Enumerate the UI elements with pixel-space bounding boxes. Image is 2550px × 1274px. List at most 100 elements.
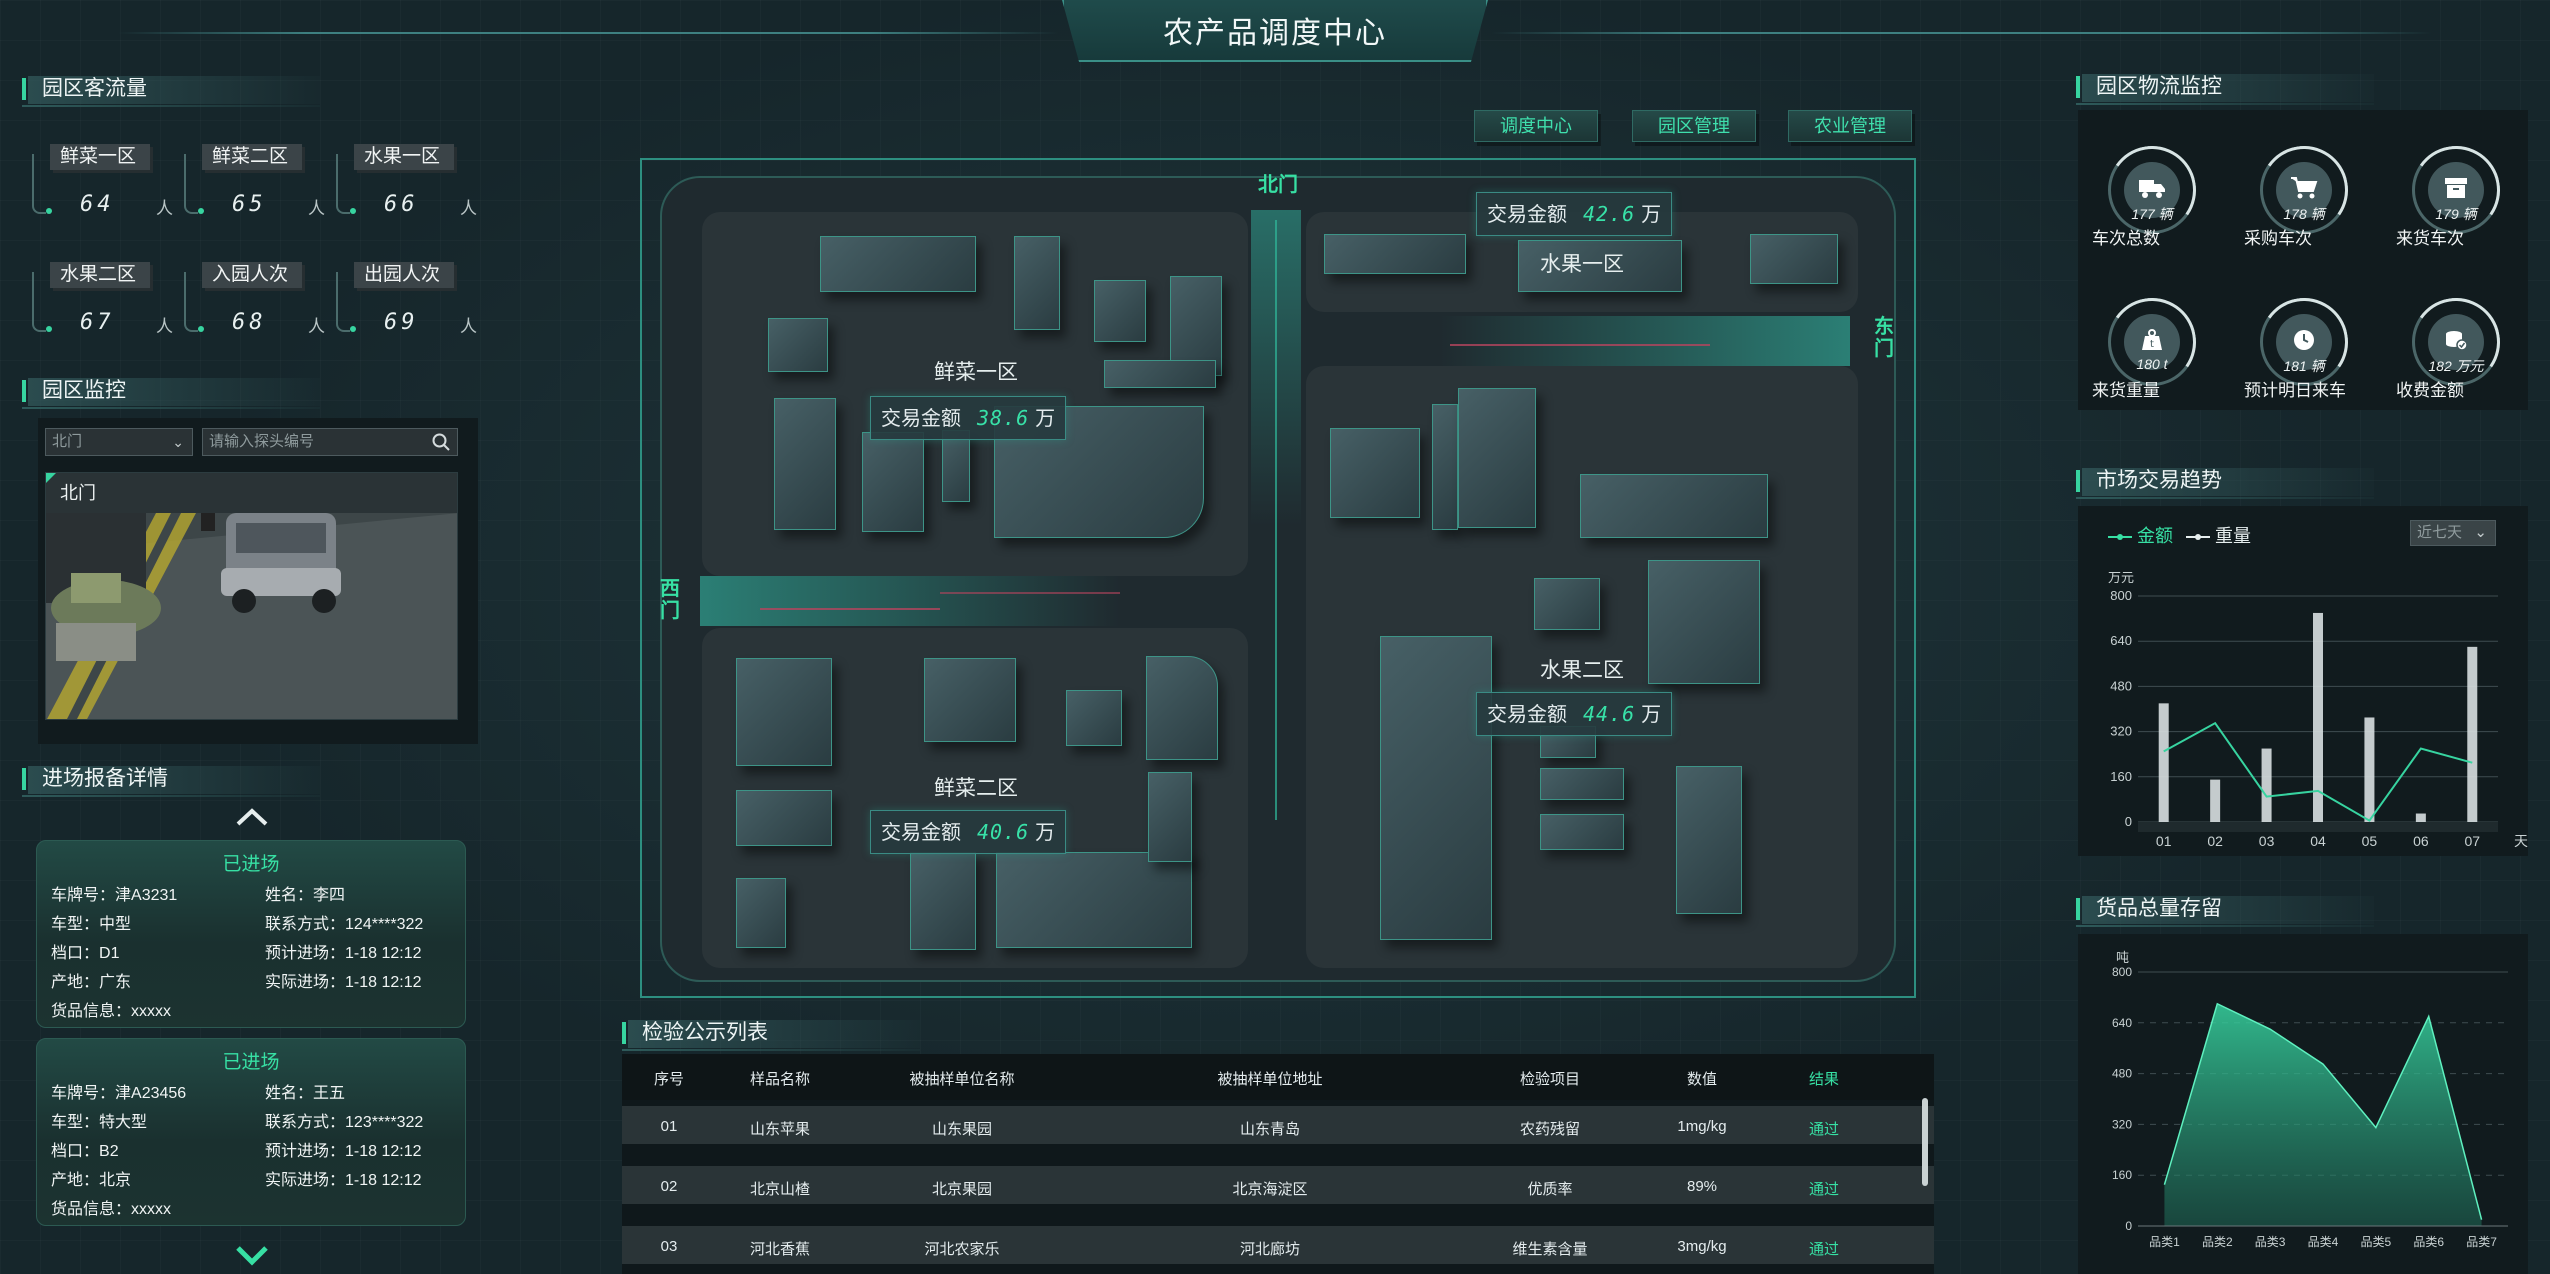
gauge-value: 179 辆 [2435, 206, 2477, 222]
plate-row: 车牌号：津A3231 [51, 887, 178, 904]
cell: 3mg/kg [1677, 1238, 1727, 1255]
gate-select[interactable]: 北门 ⌄ [45, 428, 193, 456]
bar [2158, 703, 2169, 822]
building [774, 398, 836, 530]
cell: 北京山楂 [749, 1181, 810, 1198]
col-header: 检验项目 [1519, 1071, 1580, 1088]
camera-search-input[interactable]: 请输入探头编号 [202, 428, 458, 456]
nav-agri-management[interactable]: 农业管理 [1788, 110, 1912, 142]
cell: 1mg/kg [1677, 1118, 1727, 1135]
west-road-line-2 [940, 592, 1120, 594]
building [1580, 474, 1768, 538]
building [942, 430, 970, 502]
building [862, 432, 924, 532]
cell: 维生素含量 [1512, 1241, 1588, 1258]
nav-dispatch-center[interactable]: 调度中心 [1474, 110, 1598, 142]
report-status: 已进场 [222, 1052, 280, 1073]
x-tick-label: 品类2 [2202, 1235, 2233, 1249]
cell: 河北农家乐 [924, 1241, 1000, 1258]
stat-unit: 人 [308, 317, 325, 336]
camera-label: 北门 [46, 473, 457, 513]
report-card[interactable]: 已进场 车牌号：津A3231 姓名：李四 车型：中型 联系方式：124****3… [36, 840, 466, 1028]
range-select[interactable]: 近七天 ⌄ [2410, 520, 2496, 546]
y-tick-label: 800 [2110, 588, 2132, 603]
cell: 02 [660, 1178, 678, 1195]
col-header: 被抽样单位地址 [1217, 1071, 1323, 1088]
table-scrollbar[interactable] [1922, 1098, 1928, 1186]
stat-value: 69 [384, 310, 419, 335]
visitor-stat-fruit1: 水果一区 66 人 [336, 144, 481, 224]
col-header: 被抽样单位名称 [909, 1071, 1015, 1088]
stat-bracket [336, 272, 350, 332]
svg-text:t: t [2150, 339, 2154, 350]
stat-bracket [32, 154, 46, 214]
visitor-stat-exits: 出园人次 69 人 [336, 262, 481, 342]
area-name-veg2: 鲜菜二区 [934, 777, 1018, 800]
cell: 山东果园 [931, 1121, 992, 1138]
y-tick-label: 0 [2125, 814, 2132, 829]
stat-dot [46, 326, 52, 332]
gauge-value: 178 辆 [2283, 206, 2325, 222]
report-status: 已进场 [222, 854, 280, 875]
actual-row: 实际进场：1-18 12:12 [265, 974, 422, 991]
building [1066, 690, 1122, 746]
building [820, 236, 976, 292]
gauge-label: 来货车次 [2396, 229, 2464, 248]
x-tick-label: 07 [2464, 833, 2480, 849]
stat-label: 水果一区 [354, 144, 455, 170]
east-road-line [1450, 344, 1710, 346]
bar [2467, 646, 2478, 822]
y-tick-label: 0 [2125, 1219, 2132, 1233]
legend-amount-icon [2108, 534, 2132, 541]
inspection-table: 序号 样品名称 被抽样单位名称 被抽样单位地址 检验项目 数值 结果 01 山东… [622, 1054, 1934, 1274]
scroll-down-icon[interactable] [235, 1244, 269, 1266]
clock-icon [2294, 330, 2314, 350]
visitor-stat-veg2: 鲜菜二区 65 人 [184, 144, 329, 224]
gauge-value: 177 辆 [2131, 206, 2173, 222]
cell: 01 [660, 1118, 678, 1135]
x-tick-label: 04 [2310, 833, 2326, 849]
x-tick-label: 品类7 [2466, 1235, 2497, 1249]
y-tick-label: 480 [2110, 678, 2132, 693]
camera-image [46, 513, 457, 719]
y-tick-label: 640 [2110, 633, 2132, 648]
x-tick-label: 01 [2156, 833, 2172, 849]
y-tick-label: 800 [2112, 965, 2132, 979]
nav-park-management[interactable]: 园区管理 [1632, 110, 1756, 142]
search-icon[interactable] [431, 432, 451, 452]
stat-dot [350, 326, 356, 332]
cell: 03 [660, 1238, 678, 1255]
building [1146, 656, 1218, 760]
cell: 北京果园 [931, 1181, 992, 1198]
trade-amount-fruit2: 交易金额 44.6 万 [1476, 692, 1673, 736]
stat-value: 64 [80, 192, 115, 217]
logistics-total-trips: 177 辆 车次总数 [2092, 139, 2203, 248]
gauge-value: 182 万元 [2428, 358, 2484, 374]
building [1014, 236, 1060, 330]
logistics-purchase-trips: 178 辆 采购车次 [2244, 139, 2355, 248]
stat-value: 65 [232, 192, 267, 217]
camera-feed[interactable]: 北门 [45, 472, 458, 720]
x-tick-label: 06 [2413, 833, 2429, 849]
building [1676, 766, 1742, 914]
x-tick-label: 02 [2207, 833, 2223, 849]
gate-north: 北门 [1258, 174, 1298, 196]
west-road [700, 576, 1120, 626]
actual-row: 实际进场：1-18 12:12 [265, 1172, 422, 1189]
building [1750, 234, 1838, 284]
stat-value: 66 [384, 192, 419, 217]
x-tick-label: 品类6 [2413, 1235, 2444, 1249]
report-card[interactable]: 已进场 车牌号：津A23456 姓名：王五 车型：特大型 联系方式：123***… [36, 1038, 466, 1226]
x-tick-label: 品类5 [2361, 1235, 2392, 1249]
y-tick-label: 480 [2112, 1067, 2132, 1081]
scroll-up-icon[interactable] [235, 808, 269, 826]
monitor-title: 园区监控 [22, 376, 320, 409]
type-row: 车型：特大型 [51, 1114, 148, 1131]
visitor-stat-fruit2: 水果二区 67 人 [32, 262, 177, 342]
building [996, 852, 1192, 948]
stat-unit: 人 [308, 199, 325, 218]
gate-west: 西门 [660, 578, 680, 622]
cell: 河北廊坊 [1239, 1241, 1300, 1258]
stat-dot [350, 208, 356, 214]
visitors-title: 园区客流量 [22, 74, 320, 107]
